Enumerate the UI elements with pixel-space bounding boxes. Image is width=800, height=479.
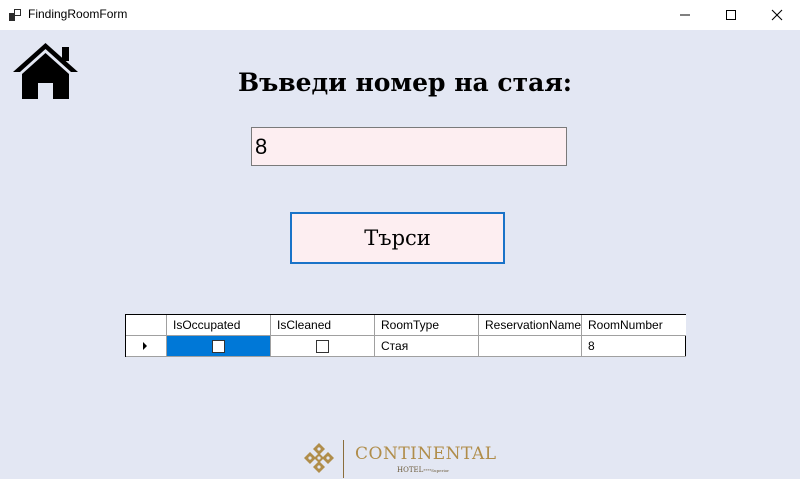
window-title: FindingRoomForm bbox=[28, 7, 128, 21]
row-header[interactable] bbox=[126, 336, 167, 357]
column-header[interactable]: IsCleaned bbox=[271, 315, 375, 336]
logo-sub-small: ****Superior bbox=[423, 468, 450, 473]
current-row-arrow-icon bbox=[143, 342, 147, 350]
app-icon bbox=[9, 9, 21, 21]
logo-subtitle: HOTEL****Superior bbox=[397, 466, 449, 474]
maximize-icon bbox=[726, 10, 736, 20]
title-bar[interactable]: FindingRoomForm bbox=[0, 0, 800, 30]
search-button[interactable]: Търси bbox=[290, 212, 505, 264]
ornament-icon bbox=[304, 443, 334, 473]
hotel-logo: CONTINENTAL HOTEL****Superior bbox=[303, 439, 503, 479]
room-type-cell[interactable]: Стая bbox=[375, 336, 479, 357]
maximize-button[interactable] bbox=[708, 0, 754, 30]
column-header[interactable]: ReservationName bbox=[479, 315, 582, 336]
logo-sub-main: HOTEL bbox=[397, 466, 424, 474]
is-cleaned-checkbox[interactable] bbox=[316, 339, 329, 353]
column-header[interactable]: RoomType bbox=[375, 315, 479, 336]
is-cleaned-cell[interactable] bbox=[271, 336, 375, 357]
room-number-cell[interactable]: 8 bbox=[582, 336, 686, 357]
grid-corner-header[interactable] bbox=[126, 315, 167, 336]
logo-divider bbox=[343, 440, 344, 478]
rooms-grid[interactable]: IsOccupated IsCleaned RoomType Reservati… bbox=[125, 314, 686, 357]
form-client-area: Въведи номер на стая: Търси IsOccupated … bbox=[0, 30, 800, 479]
is-occupated-checkbox[interactable] bbox=[212, 339, 225, 353]
minimize-icon bbox=[680, 14, 690, 16]
reservation-name-cell[interactable] bbox=[479, 336, 582, 357]
close-button[interactable] bbox=[754, 0, 800, 30]
close-icon bbox=[771, 9, 783, 21]
column-header[interactable]: IsOccupated bbox=[167, 315, 271, 336]
is-occupated-cell[interactable] bbox=[167, 336, 271, 357]
column-header[interactable]: RoomNumber bbox=[582, 315, 686, 336]
logo-name: CONTINENTAL bbox=[355, 444, 497, 464]
minimize-button[interactable] bbox=[662, 0, 708, 30]
room-number-input[interactable] bbox=[251, 127, 567, 166]
page-heading: Въведи номер на стая: bbox=[237, 68, 573, 97]
